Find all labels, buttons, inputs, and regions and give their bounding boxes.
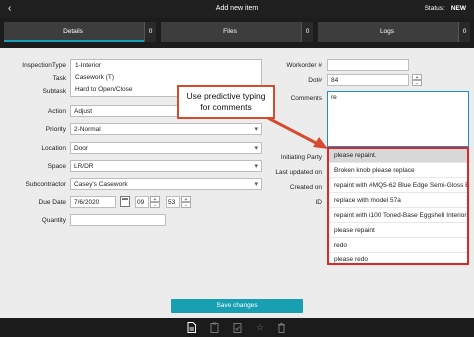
star-icon[interactable]: ☆ (255, 322, 265, 333)
document-icon[interactable] (186, 322, 196, 333)
save-changes-button[interactable]: Save changes (171, 299, 303, 313)
clipboard-icon[interactable] (209, 322, 219, 333)
trash-icon[interactable] (276, 322, 286, 333)
callout-arrow (267, 116, 328, 149)
clipboard-check-icon[interactable] (232, 322, 242, 333)
bottom-toolbar: ☆ (0, 318, 474, 337)
